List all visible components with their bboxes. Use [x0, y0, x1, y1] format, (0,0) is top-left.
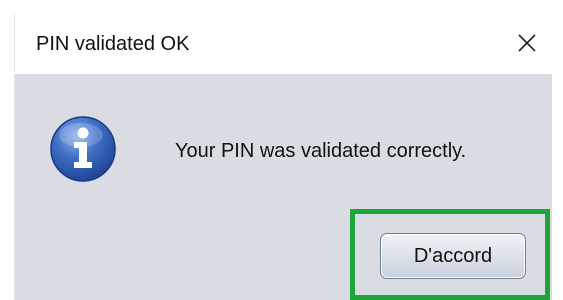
message-text: Your PIN was validated correctly. [175, 140, 467, 162]
close-button[interactable] [501, 14, 553, 74]
message-dialog: PIN validated OK Your PIN was validated … [14, 14, 553, 300]
close-icon [518, 34, 536, 52]
title-bar: PIN validated OK [15, 14, 553, 74]
window-title: PIN validated OK [36, 33, 190, 55]
ok-button[interactable]: D'accord [380, 233, 526, 279]
info-icon [49, 115, 117, 183]
